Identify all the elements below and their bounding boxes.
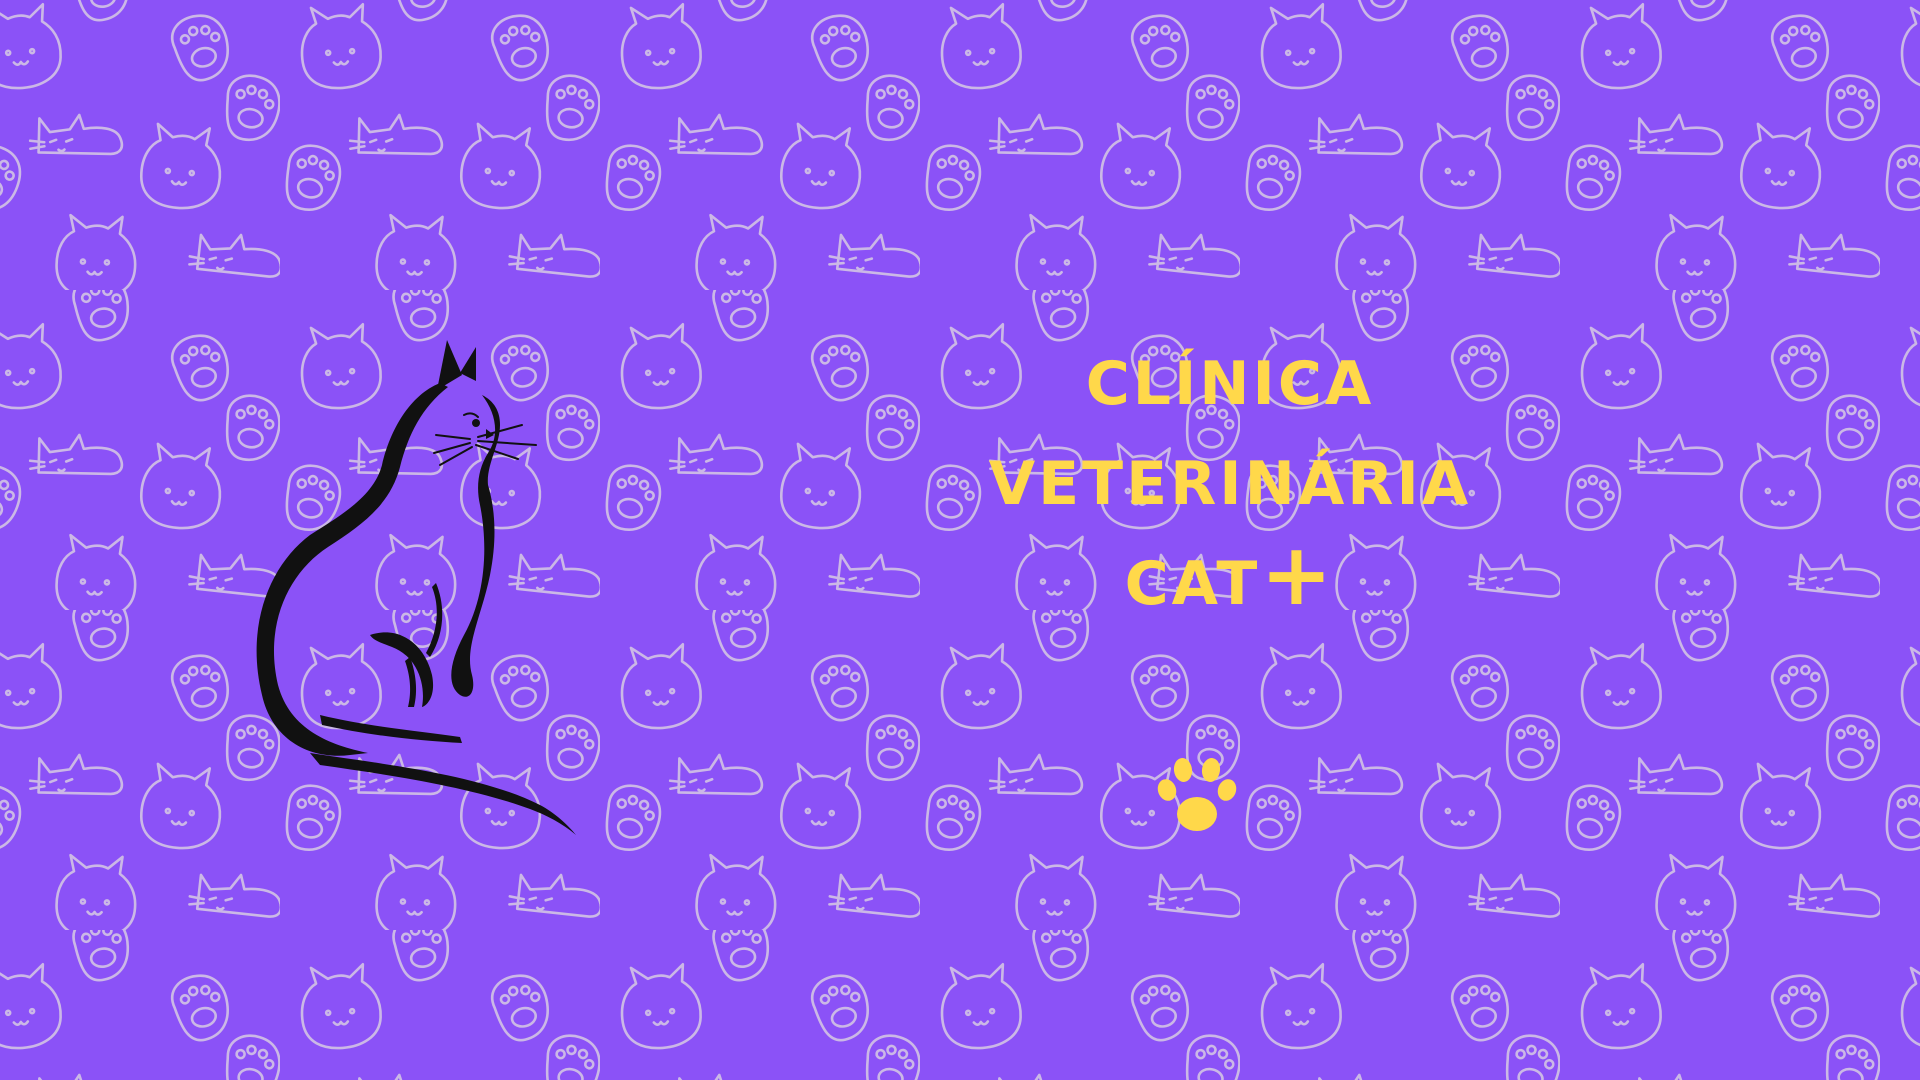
title-line-cat-plus: CAT+: [1124, 525, 1336, 625]
title-line-clinica: CLÍNICA: [1085, 325, 1375, 425]
paw-print-icon: [1157, 758, 1237, 831]
sitting-cat-silhouette-icon: [256, 340, 576, 835]
title-line-veterinaria: VETERINÁRIA: [988, 425, 1472, 525]
clinic-title: CLÍNICA VETERINÁRIA CAT+: [820, 325, 1640, 625]
